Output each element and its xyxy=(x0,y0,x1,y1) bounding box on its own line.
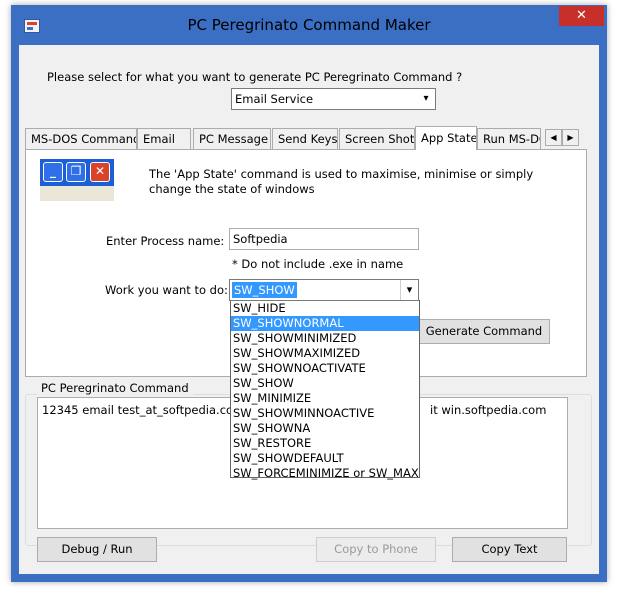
command-output-left: 12345 email test_at_softpedia.com xyxy=(42,403,245,417)
work-option[interactable]: SW_SHOWDEFAULT xyxy=(231,451,419,466)
work-option[interactable]: SW_HIDE xyxy=(231,301,419,316)
work-option[interactable]: SW_MINIMIZE xyxy=(231,391,419,406)
work-option[interactable]: SW_SHOWNORMAL xyxy=(231,316,419,331)
work-option[interactable]: SW_SHOW xyxy=(231,376,419,391)
work-option[interactable]: SW_FORCEMINIMIZE or SW_MAX xyxy=(231,466,419,481)
title-bar: PC Peregrinato Command Maker ✕ xyxy=(11,5,607,45)
tab-email[interactable]: Email xyxy=(137,128,191,149)
work-options-list: SW_HIDE SW_SHOWNORMAL SW_SHOWMINIMIZED SW_S… xyxy=(230,300,420,481)
process-name-hint: * Do not include .exe in name xyxy=(232,257,404,271)
restore-icon: ❐ xyxy=(66,162,86,182)
debug-run-button[interactable]: Debug / Run xyxy=(37,537,157,562)
tab-screen-shot[interactable]: Screen Shot xyxy=(339,128,415,149)
tab-send-keys[interactable]: Send Keys xyxy=(272,128,338,149)
window-close-button[interactable]: ✕ xyxy=(559,6,604,26)
app-state-description-line2: change the state of windows xyxy=(149,182,315,196)
process-name-input[interactable]: Softpedia xyxy=(229,228,419,250)
work-select-value: SW_SHOW xyxy=(232,282,297,298)
command-output-label: PC Peregrinato Command xyxy=(37,381,193,395)
chevron-down-icon[interactable]: ▾ xyxy=(400,280,418,300)
work-option[interactable]: SW_SHOWNA xyxy=(231,421,419,436)
tab-ms-dos-command[interactable]: MS-DOS Command xyxy=(25,128,137,149)
window-title: PC Peregrinato Command Maker xyxy=(187,16,431,34)
process-name-label: Enter Process name: xyxy=(106,234,225,248)
copy-to-phone-button[interactable]: Copy to Phone xyxy=(316,537,436,562)
tab-run-ms-dos[interactable]: Run MS-DOS xyxy=(477,128,541,149)
tab-scroll-left-icon[interactable]: ◀ xyxy=(545,129,562,146)
work-option[interactable]: SW_SHOWNOACTIVATE xyxy=(231,361,419,376)
command-output-right: it win.softpedia.com xyxy=(430,403,547,417)
minimize-icon: _ xyxy=(43,162,63,182)
service-select-value: Email Service xyxy=(235,92,314,106)
window-state-icon: _ ❐ ✕ xyxy=(40,159,114,201)
generate-command-button[interactable]: Generate Command xyxy=(418,319,550,344)
work-option[interactable]: SW_RESTORE xyxy=(231,436,419,451)
app-window: PC Peregrinato Command Maker ✕ Please se… xyxy=(11,5,607,582)
service-select[interactable]: Email Service ▾ xyxy=(231,88,436,110)
work-option[interactable]: SW_SHOWMAXIMIZED xyxy=(231,346,419,361)
tab-scroll-right-icon[interactable]: ▶ xyxy=(562,129,579,146)
work-option[interactable]: SW_SHOWMINNOACTIVE xyxy=(231,406,419,421)
tab-pc-message[interactable]: PC Message xyxy=(193,128,271,149)
work-option[interactable]: SW_SHOWMINIMIZED xyxy=(231,331,419,346)
close-icon: ✕ xyxy=(90,162,110,182)
service-prompt: Please select for what you want to gener… xyxy=(47,70,463,84)
work-label: Work you want to do: xyxy=(105,283,228,297)
tab-app-state[interactable]: App State xyxy=(415,126,477,150)
work-select[interactable]: SW_SHOW ▾ xyxy=(229,279,419,301)
app-state-description-line1: The 'App State' command is used to maxim… xyxy=(149,167,534,181)
client-area: Please select for what you want to gener… xyxy=(19,45,599,574)
chevron-down-icon: ▾ xyxy=(423,93,429,104)
copy-text-button[interactable]: Copy Text xyxy=(452,537,567,562)
